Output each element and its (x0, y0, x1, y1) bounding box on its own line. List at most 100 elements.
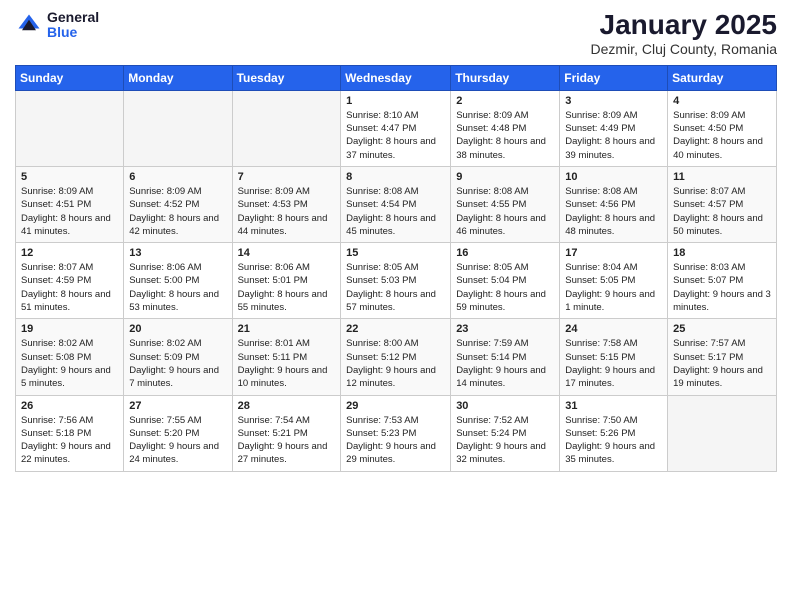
calendar-cell (232, 90, 341, 166)
day-number: 28 (238, 400, 336, 412)
calendar-week-1: 1 Sunrise: 8:10 AMSunset: 4:47 PMDaylight… (16, 90, 777, 166)
day-number: 9 (456, 171, 554, 183)
calendar-cell: 1 Sunrise: 8:10 AMSunset: 4:47 PMDaylight… (341, 90, 451, 166)
day-number: 7 (238, 171, 336, 183)
calendar-cell: 25Sunrise: 7:57 AMSunset: 5:17 PMDayligh… (668, 319, 777, 395)
day-info: Sunrise: 8:09 AMSunset: 4:49 PMDaylight:… (565, 109, 662, 162)
day-info: Sunrise: 8:00 AMSunset: 5:12 PMDaylight:… (346, 337, 445, 390)
calendar-cell: 7Sunrise: 8:09 AMSunset: 4:53 PMDaylight… (232, 166, 341, 242)
weekday-header-saturday: Saturday (668, 65, 777, 90)
day-number: 13 (129, 247, 226, 259)
day-info: Sunrise: 8:05 AMSunset: 5:03 PMDaylight:… (346, 261, 445, 314)
calendar-cell: 2 Sunrise: 8:09 AMSunset: 4:48 PMDaylight… (451, 90, 560, 166)
calendar-cell: 28Sunrise: 7:54 AMSunset: 5:21 PMDayligh… (232, 395, 341, 471)
day-number: 16 (456, 247, 554, 259)
day-number: 19 (21, 323, 118, 335)
day-info: Sunrise: 8:09 AMSunset: 4:48 PMDaylight:… (456, 109, 554, 162)
calendar-cell: 11 Sunrise: 8:07 AMSunset: 4:57 PMDayligh… (668, 166, 777, 242)
calendar-cell: 27 Sunrise: 7:55 AMSunset: 5:20 PMDayligh… (124, 395, 232, 471)
day-info: Sunrise: 8:02 AMSunset: 5:08 PMDaylight:… (21, 337, 118, 390)
day-info: Sunrise: 8:03 AMSunset: 5:07 PMDaylight:… (673, 261, 771, 314)
logo: General Blue (15, 10, 99, 41)
logo-text: General Blue (47, 10, 99, 41)
day-number: 20 (129, 323, 226, 335)
calendar-cell: 3 Sunrise: 8:09 AMSunset: 4:49 PMDaylight… (560, 90, 668, 166)
day-number: 8 (346, 171, 445, 183)
day-info: Sunrise: 8:08 AMSunset: 4:55 PMDaylight:… (456, 185, 554, 238)
day-number: 30 (456, 400, 554, 412)
weekday-header-tuesday: Tuesday (232, 65, 341, 90)
calendar-cell: 23Sunrise: 7:59 AMSunset: 5:14 PMDayligh… (451, 319, 560, 395)
day-info: Sunrise: 8:04 AMSunset: 5:05 PMDaylight:… (565, 261, 662, 314)
day-info: Sunrise: 7:53 AMSunset: 5:23 PMDaylight:… (346, 414, 445, 467)
day-info: Sunrise: 7:55 AMSunset: 5:20 PMDaylight:… (129, 414, 226, 467)
calendar-cell: 22Sunrise: 8:00 AMSunset: 5:12 PMDayligh… (341, 319, 451, 395)
day-number: 1 (346, 95, 445, 107)
day-number: 31 (565, 400, 662, 412)
weekday-header-sunday: Sunday (16, 65, 124, 90)
calendar-cell: 13 Sunrise: 8:06 AMSunset: 5:00 PMDayligh… (124, 243, 232, 319)
day-number: 3 (565, 95, 662, 107)
day-number: 27 (129, 400, 226, 412)
day-info: Sunrise: 8:08 AMSunset: 4:54 PMDaylight:… (346, 185, 445, 238)
calendar-cell: 19 Sunrise: 8:02 AMSunset: 5:08 PMDayligh… (16, 319, 124, 395)
calendar-cell: 24 Sunrise: 7:58 AMSunset: 5:15 PMDayligh… (560, 319, 668, 395)
day-info: Sunrise: 7:52 AMSunset: 5:24 PMDaylight:… (456, 414, 554, 467)
weekday-header-wednesday: Wednesday (341, 65, 451, 90)
calendar-week-5: 26 Sunrise: 7:56 AMSunset: 5:18 PMDayligh… (16, 395, 777, 471)
day-number: 24 (565, 323, 662, 335)
title-block: January 2025 Dezmir, Cluj County, Romani… (591, 10, 777, 57)
day-info: Sunrise: 7:58 AMSunset: 5:15 PMDaylight:… (565, 337, 662, 390)
weekday-header-thursday: Thursday (451, 65, 560, 90)
day-info: Sunrise: 8:07 AMSunset: 4:57 PMDaylight:… (673, 185, 771, 238)
weekday-header-monday: Monday (124, 65, 232, 90)
day-info: Sunrise: 8:07 AMSunset: 4:59 PMDaylight:… (21, 261, 118, 314)
day-number: 29 (346, 400, 445, 412)
weekday-header-friday: Friday (560, 65, 668, 90)
day-number: 15 (346, 247, 445, 259)
day-info: Sunrise: 8:09 AMSunset: 4:52 PMDaylight:… (129, 185, 226, 238)
calendar-cell: 18 Sunrise: 8:03 AMSunset: 5:07 PMDayligh… (668, 243, 777, 319)
day-number: 6 (129, 171, 226, 183)
day-info: Sunrise: 8:01 AMSunset: 5:11 PMDaylight:… (238, 337, 336, 390)
logo-icon (15, 11, 43, 39)
day-number: 26 (21, 400, 118, 412)
calendar-cell: 17Sunrise: 8:04 AMSunset: 5:05 PMDayligh… (560, 243, 668, 319)
day-info: Sunrise: 8:06 AMSunset: 5:00 PMDaylight:… (129, 261, 226, 314)
calendar-header: SundayMondayTuesdayWednesdayThursdayFrid… (16, 65, 777, 90)
calendar-cell (124, 90, 232, 166)
day-info: Sunrise: 7:56 AMSunset: 5:18 PMDaylight:… (21, 414, 118, 467)
calendar-cell: 15 Sunrise: 8:05 AMSunset: 5:03 PMDayligh… (341, 243, 451, 319)
calendar-cell (668, 395, 777, 471)
calendar-cell: 14Sunrise: 8:06 AMSunset: 5:01 PMDayligh… (232, 243, 341, 319)
calendar-week-2: 5 Sunrise: 8:09 AMSunset: 4:51 PMDaylight… (16, 166, 777, 242)
day-number: 12 (21, 247, 118, 259)
day-number: 5 (21, 171, 118, 183)
calendar-cell: 8 Sunrise: 8:08 AMSunset: 4:54 PMDaylight… (341, 166, 451, 242)
day-info: Sunrise: 8:10 AMSunset: 4:47 PMDaylight:… (346, 109, 445, 162)
calendar-cell: 9 Sunrise: 8:08 AMSunset: 4:55 PMDaylight… (451, 166, 560, 242)
logo-blue: Blue (47, 25, 99, 40)
calendar-week-4: 19 Sunrise: 8:02 AMSunset: 5:08 PMDayligh… (16, 319, 777, 395)
day-info: Sunrise: 8:09 AMSunset: 4:51 PMDaylight:… (21, 185, 118, 238)
calendar-cell: 10Sunrise: 8:08 AMSunset: 4:56 PMDayligh… (560, 166, 668, 242)
calendar-cell: 4Sunrise: 8:09 AMSunset: 4:50 PMDaylight… (668, 90, 777, 166)
day-info: Sunrise: 8:09 AMSunset: 4:50 PMDaylight:… (673, 109, 771, 162)
day-number: 18 (673, 247, 771, 259)
calendar-cell: 21Sunrise: 8:01 AMSunset: 5:11 PMDayligh… (232, 319, 341, 395)
calendar-cell: 31 Sunrise: 7:50 AMSunset: 5:26 PMDayligh… (560, 395, 668, 471)
day-info: Sunrise: 8:05 AMSunset: 5:04 PMDaylight:… (456, 261, 554, 314)
day-info: Sunrise: 8:02 AMSunset: 5:09 PMDaylight:… (129, 337, 226, 390)
day-number: 14 (238, 247, 336, 259)
calendar-cell: 6 Sunrise: 8:09 AMSunset: 4:52 PMDaylight… (124, 166, 232, 242)
header: General Blue January 2025 Dezmir, Cluj C… (15, 10, 777, 57)
calendar-cell: 29 Sunrise: 7:53 AMSunset: 5:23 PMDayligh… (341, 395, 451, 471)
calendar-cell: 30 Sunrise: 7:52 AMSunset: 5:24 PMDayligh… (451, 395, 560, 471)
day-number: 11 (673, 171, 771, 183)
day-number: 2 (456, 95, 554, 107)
day-info: Sunrise: 7:57 AMSunset: 5:17 PMDaylight:… (673, 337, 771, 390)
day-info: Sunrise: 7:50 AMSunset: 5:26 PMDaylight:… (565, 414, 662, 467)
logo-general: General (47, 10, 99, 25)
calendar-cell: 20 Sunrise: 8:02 AMSunset: 5:09 PMDayligh… (124, 319, 232, 395)
calendar-cell: 16 Sunrise: 8:05 AMSunset: 5:04 PMDayligh… (451, 243, 560, 319)
